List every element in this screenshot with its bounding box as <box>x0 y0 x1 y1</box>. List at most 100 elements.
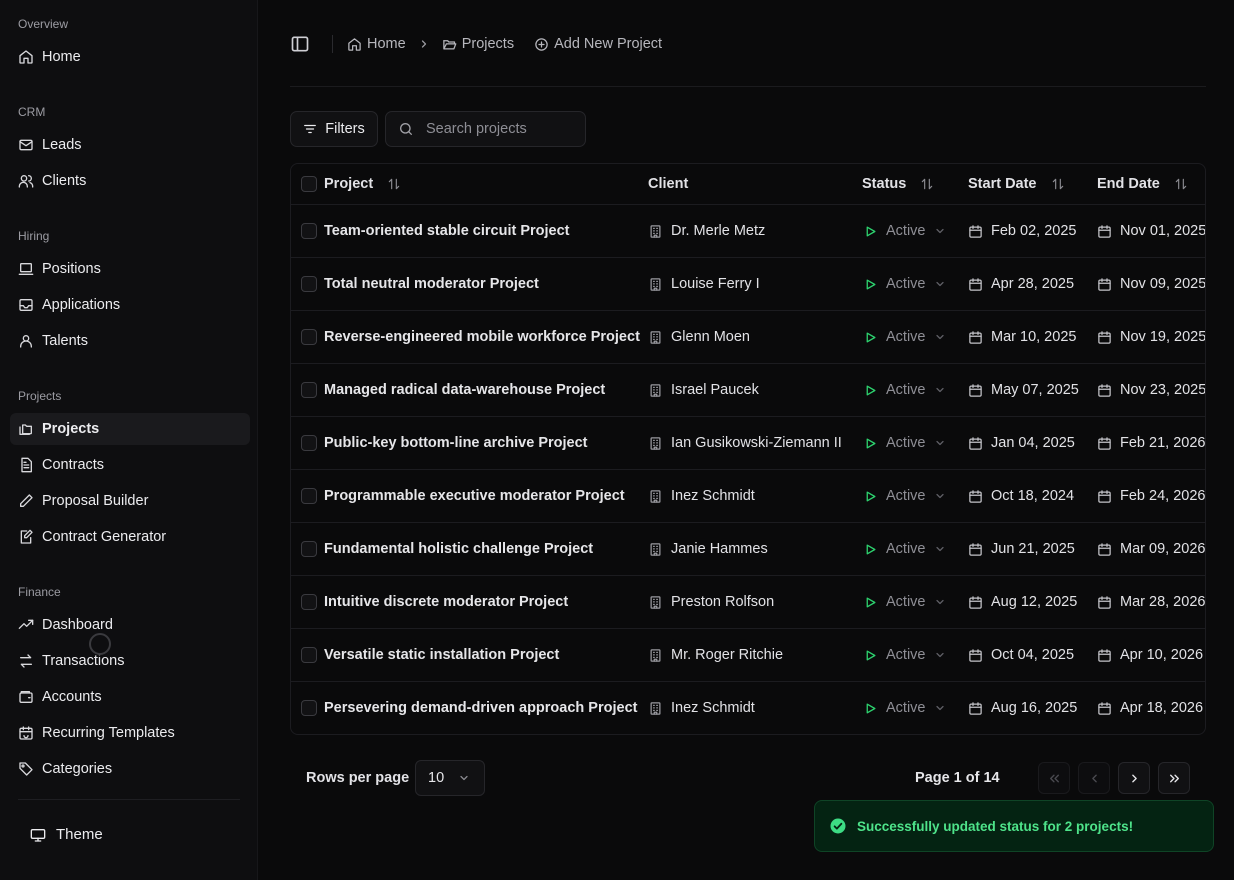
project-cell[interactable]: Fundamental holistic challenge Project <box>324 523 593 575</box>
sidebar-item-label: Clients <box>42 173 87 189</box>
status-dropdown[interactable]: Active <box>864 311 946 363</box>
project-cell[interactable]: Programmable executive moderator Project <box>324 470 625 522</box>
project-cell[interactable]: Versatile static installation Project <box>324 629 559 681</box>
sidebar-item-contract-generator[interactable]: Contract Generator <box>10 521 250 553</box>
search-box[interactable] <box>385 111 586 147</box>
row-checkbox[interactable] <box>301 382 317 398</box>
sidebar-item-applications[interactable]: Applications <box>10 289 250 321</box>
sidebar-item-proposal-builder[interactable]: Proposal Builder <box>10 485 250 517</box>
project-cell[interactable]: Managed radical data-warehouse Project <box>324 364 605 416</box>
table-row[interactable]: Reverse-engineered mobile workforce Proj… <box>291 311 1205 364</box>
sort-icon[interactable] <box>1174 177 1188 191</box>
sidebar-item-accounts[interactable]: Accounts <box>10 681 250 713</box>
sidebar-item-categories[interactable]: Categories <box>10 753 250 785</box>
project-name[interactable]: Intuitive discrete moderator Project <box>324 594 568 610</box>
status-dropdown[interactable]: Active <box>864 205 946 257</box>
project-cell[interactable]: Public-key bottom-line archive Project <box>324 417 588 469</box>
table-row[interactable]: Total neutral moderator Project Louise Fe… <box>291 258 1205 311</box>
table-row[interactable]: Team-oriented stable circuit Project Dr. … <box>291 205 1205 258</box>
project-cell[interactable]: Persevering demand-driven approach Proje… <box>324 682 637 734</box>
client-name: Dr. Merle Metz <box>671 223 766 239</box>
table-row[interactable]: Versatile static installation Project Mr.… <box>291 629 1205 682</box>
sidebar-item-positions[interactable]: Positions <box>10 253 250 285</box>
breadcrumb-home[interactable]: Home <box>347 36 406 52</box>
status-dropdown[interactable]: Active <box>864 576 946 628</box>
sidebar-item-label: Projects <box>42 421 100 437</box>
column-header-start-date[interactable]: Start Date <box>968 164 1065 204</box>
start-date: Mar 10, 2025 <box>991 329 1077 345</box>
client-name: Ian Gusikowski-Ziemann II <box>671 435 842 451</box>
row-checkbox[interactable] <box>301 700 317 716</box>
breadcrumb-projects[interactable]: Projects <box>442 36 514 52</box>
status-dropdown[interactable]: Active <box>864 682 946 734</box>
table-row[interactable]: Managed radical data-warehouse Project Is… <box>291 364 1205 417</box>
status-dropdown[interactable]: Active <box>864 523 946 575</box>
table-row[interactable]: Programmable executive moderator Project… <box>291 470 1205 523</box>
sort-icon[interactable] <box>387 177 401 191</box>
sidebar-item-recurring-templates[interactable]: Recurring Templates <box>10 717 250 749</box>
project-cell[interactable]: Total neutral moderator Project <box>324 258 539 310</box>
first-page-button[interactable] <box>1038 762 1070 794</box>
row-checkbox[interactable] <box>301 223 317 239</box>
theme-button[interactable]: Theme <box>30 826 103 843</box>
building-icon <box>650 330 661 344</box>
project-name[interactable]: Public-key bottom-line archive Project <box>324 435 588 451</box>
sidebar-item-projects[interactable]: Projects <box>10 413 250 445</box>
sort-icon[interactable] <box>920 177 934 191</box>
status-dropdown[interactable]: Active <box>864 364 946 416</box>
row-checkbox[interactable] <box>301 329 317 345</box>
project-name[interactable]: Managed radical data-warehouse Project <box>324 382 605 398</box>
plus-circle-icon <box>535 37 548 51</box>
section-title-hiring: Hiring <box>18 229 50 243</box>
row-checkbox[interactable] <box>301 435 317 451</box>
rows-per-page-select[interactable]: 10 <box>415 760 485 796</box>
last-page-button[interactable] <box>1158 762 1190 794</box>
sidebar-item-dashboard[interactable]: Dashboard <box>10 609 250 641</box>
header-divider <box>290 86 1206 87</box>
add-new-project-link[interactable]: Add New Project <box>534 36 662 52</box>
end-date-cell: Nov 19, 2025 <box>1097 311 1205 363</box>
project-name[interactable]: Team-oriented stable circuit Project <box>324 223 570 239</box>
project-name[interactable]: Versatile static installation Project <box>324 647 559 663</box>
table-row[interactable]: Public-key bottom-line archive Project Ia… <box>291 417 1205 470</box>
project-name[interactable]: Fundamental holistic challenge Project <box>324 541 593 557</box>
project-cell[interactable]: Team-oriented stable circuit Project <box>324 205 570 257</box>
chevron-down-icon <box>935 387 944 393</box>
row-checkbox[interactable] <box>301 647 317 663</box>
sidebar-item-transactions[interactable]: Transactions <box>10 645 250 677</box>
previous-page-button[interactable] <box>1078 762 1110 794</box>
sidebar-item-contracts[interactable]: Contracts <box>10 449 250 481</box>
status-dropdown[interactable]: Active <box>864 258 946 310</box>
column-header-project[interactable]: Project <box>324 164 401 204</box>
next-page-button[interactable] <box>1118 762 1150 794</box>
project-name[interactable]: Programmable executive moderator Project <box>324 488 625 504</box>
select-all-checkbox[interactable] <box>301 176 317 192</box>
filters-button[interactable]: Filters <box>290 111 378 147</box>
column-header-status[interactable]: Status <box>862 164 934 204</box>
row-checkbox[interactable] <box>301 541 317 557</box>
column-header-end-date[interactable]: End Date <box>1097 164 1188 204</box>
search-input[interactable] <box>426 121 576 137</box>
search-icon <box>400 123 412 135</box>
project-name[interactable]: Total neutral moderator Project <box>324 276 539 292</box>
project-name[interactable]: Persevering demand-driven approach Proje… <box>324 700 637 716</box>
table-row[interactable]: Fundamental holistic challenge Project Ja… <box>291 523 1205 576</box>
status-dropdown[interactable]: Active <box>864 629 946 681</box>
table-row[interactable]: Persevering demand-driven approach Proje… <box>291 682 1205 734</box>
row-checkbox[interactable] <box>301 488 317 504</box>
sidebar-item-leads[interactable]: Leads <box>10 129 250 161</box>
sidebar-item-clients[interactable]: Clients <box>10 165 250 197</box>
status-dropdown[interactable]: Active <box>864 417 946 469</box>
project-cell[interactable]: Reverse-engineered mobile workforce Proj… <box>324 311 640 363</box>
row-checkbox[interactable] <box>301 594 317 610</box>
sidebar-toggle-icon[interactable] <box>290 34 310 54</box>
row-checkbox[interactable] <box>301 276 317 292</box>
sidebar-item-home[interactable]: Home <box>10 41 250 73</box>
table-row[interactable]: Intuitive discrete moderator Project Pres… <box>291 576 1205 629</box>
status-dropdown[interactable]: Active <box>864 470 946 522</box>
sort-icon[interactable] <box>1051 177 1065 191</box>
end-date-cell: Apr 18, 2026 <box>1097 682 1203 734</box>
project-name[interactable]: Reverse-engineered mobile workforce Proj… <box>324 329 640 345</box>
sidebar-item-talents[interactable]: Talents <box>10 325 250 357</box>
project-cell[interactable]: Intuitive discrete moderator Project <box>324 576 568 628</box>
